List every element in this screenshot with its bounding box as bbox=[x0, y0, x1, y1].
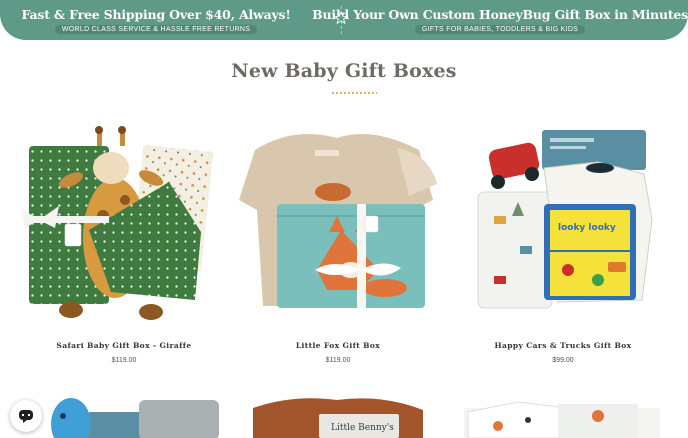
product-price: $99.00 bbox=[552, 357, 574, 364]
product-card[interactable] bbox=[458, 392, 668, 438]
dinosaur-gift-box-image[interactable] bbox=[19, 392, 229, 438]
promo-custom-box-subtitle: GIFTS FOR BABIES, TODDLERS & BIG KIDS bbox=[414, 24, 586, 34]
product-name[interactable]: Safari Baby Gift Box - Giraffe bbox=[19, 341, 229, 350]
promo-custom-box[interactable]: Build Your Own Custom HoneyBug Gift Box … bbox=[312, 0, 688, 40]
product-name[interactable]: Little Fox Gift Box bbox=[233, 341, 443, 350]
product-card[interactable]: Little Benny's bbox=[233, 392, 443, 438]
product-card[interactable]: looky looky Happy Cars & Trucks Gift Box… bbox=[458, 120, 668, 370]
product-price: $119.00 bbox=[325, 357, 351, 364]
book-gift-box-image[interactable]: Little Benny's bbox=[233, 392, 443, 438]
star-icon bbox=[334, 11, 348, 25]
title-divider-dots bbox=[331, 92, 377, 94]
chat-icon bbox=[19, 410, 33, 423]
fox-gift-box-image[interactable] bbox=[233, 120, 443, 320]
product-price: $119.00 bbox=[111, 357, 137, 364]
product-card[interactable] bbox=[19, 392, 229, 438]
svg-text:looky looky: looky looky bbox=[558, 223, 616, 233]
promo-custom-box-title: Build Your Own Custom HoneyBug Gift Box … bbox=[312, 6, 688, 22]
product-card[interactable]: Safari Baby Gift Box - Giraffe $119.00 bbox=[19, 120, 229, 370]
promo-shipping-title: Fast & Free Shipping Over $40, Always! bbox=[21, 6, 291, 22]
announcement-bar: Fast & Free Shipping Over $40, Always! W… bbox=[0, 0, 688, 40]
onesie-gift-box-image[interactable] bbox=[458, 392, 668, 438]
product-card[interactable]: Little Fox Gift Box $119.00 bbox=[233, 120, 443, 370]
cars-trucks-gift-box-image[interactable]: looky looky bbox=[458, 120, 668, 320]
chat-launcher-button[interactable] bbox=[10, 400, 42, 432]
page-title: New Baby Gift Boxes bbox=[231, 60, 457, 82]
product-name[interactable]: Happy Cars & Trucks Gift Box bbox=[458, 341, 668, 350]
giraffe-gift-box-image[interactable] bbox=[19, 120, 229, 320]
book-title: Little Benny's bbox=[331, 423, 394, 433]
promo-shipping-subtitle: WORLD CLASS SERVICE & HASSLE FREE RETURN… bbox=[54, 24, 258, 34]
promo-shipping[interactable]: Fast & Free Shipping Over $40, Always! W… bbox=[0, 0, 312, 40]
